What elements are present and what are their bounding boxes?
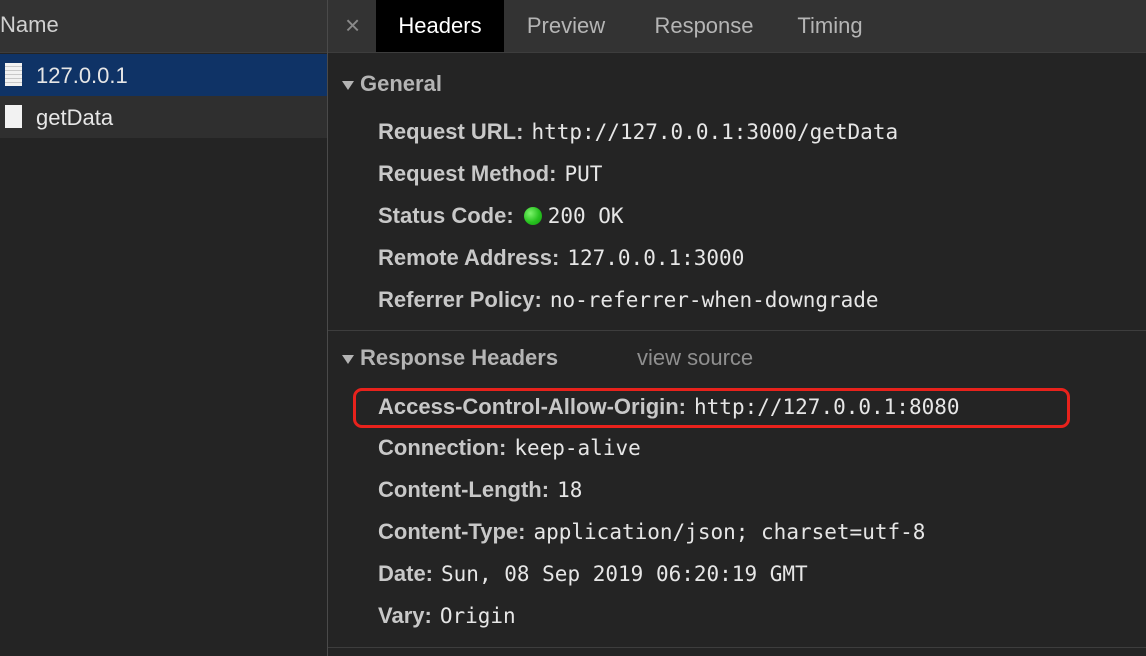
header-value: http://127.0.0.1:3000/getData: [531, 120, 899, 144]
header-row: Status Code: 200 OK: [378, 203, 624, 229]
tab-timing[interactable]: Timing: [790, 0, 870, 52]
tab-preview[interactable]: Preview: [518, 0, 614, 52]
close-icon[interactable]: ×: [345, 10, 360, 40]
header-row: Date: Sun, 08 Sep 2019 06:20:19 GMT: [378, 561, 808, 587]
header-row: Content-Length: 18: [378, 477, 582, 503]
header-value: http://127.0.0.1:8080: [694, 395, 960, 419]
status-success-icon: [523, 207, 542, 225]
header-key: Status Code:: [378, 203, 514, 228]
header-key: Date:: [378, 561, 434, 586]
header-key: Remote Address:: [378, 245, 560, 270]
header-value: no-referrer-when-downgrade: [549, 288, 879, 312]
header-key: Content-Length:: [378, 477, 550, 502]
header-row: Connection: keep-alive: [378, 435, 641, 461]
detail-tabbar: × Headers Preview Response Timing: [328, 0, 1146, 53]
header-row: Request URL: http://127.0.0.1:3000/getDat…: [378, 119, 898, 145]
name-column-label: Name: [0, 12, 59, 37]
header-value: application/json; charset=utf-8: [533, 520, 926, 544]
header-key: Request Method:: [378, 161, 557, 186]
tab-headers[interactable]: Headers: [376, 0, 504, 52]
document-lines-icon: [5, 63, 22, 86]
header-key: Referrer Policy:: [378, 287, 542, 312]
general-section-title: General: [360, 71, 442, 96]
header-key: Access-Control-Allow-Origin:: [378, 394, 687, 419]
request-name: getData: [36, 105, 114, 130]
request-name: 127.0.0.1: [36, 63, 128, 88]
header-row-highlighted: Access-Control-Allow-Origin: http://127.0…: [378, 394, 960, 420]
view-source-link[interactable]: view source: [637, 345, 753, 371]
header-value: 18: [557, 478, 583, 502]
section-divider: [328, 647, 1146, 648]
header-key: Request URL:: [378, 119, 524, 144]
header-row: Request Method: PUT: [378, 161, 602, 187]
header-row: Content-Type: application/json; charset=u…: [378, 519, 925, 545]
header-row: Vary: Origin: [378, 603, 516, 629]
header-value: Sun, 08 Sep 2019 06:20:19 GMT: [441, 562, 808, 586]
header-key: Connection:: [378, 435, 507, 460]
header-value: PUT: [564, 162, 603, 186]
header-row: Remote Address: 127.0.0.1:3000: [378, 245, 744, 271]
request-row[interactable]: getData: [0, 96, 327, 138]
header-value: Origin: [439, 604, 516, 628]
devtools-network-panel: Name 127.0.0.1 getData × Headers Preview…: [0, 0, 1146, 656]
header-value: keep-alive: [514, 436, 641, 460]
request-detail-pane: × Headers Preview Response Timing Genera…: [328, 0, 1146, 656]
response-headers-title: Response Headers: [360, 345, 559, 370]
header-key: Content-Type:: [378, 519, 526, 544]
header-key: Vary:: [378, 603, 432, 628]
request-row-selected[interactable]: 127.0.0.1: [0, 54, 327, 96]
header-row: Referrer Policy: no-referrer-when-downgra…: [378, 287, 879, 313]
tab-response[interactable]: Response: [644, 0, 764, 52]
collapse-triangle-icon: [342, 355, 354, 364]
section-divider: [328, 330, 1146, 331]
request-list: Name 127.0.0.1 getData: [0, 0, 327, 656]
header-value: 127.0.0.1:3000: [567, 246, 745, 270]
name-column-header[interactable]: Name: [0, 0, 327, 53]
collapse-triangle-icon: [342, 81, 354, 90]
document-icon: [5, 105, 22, 128]
header-value: 200 OK: [547, 204, 624, 228]
